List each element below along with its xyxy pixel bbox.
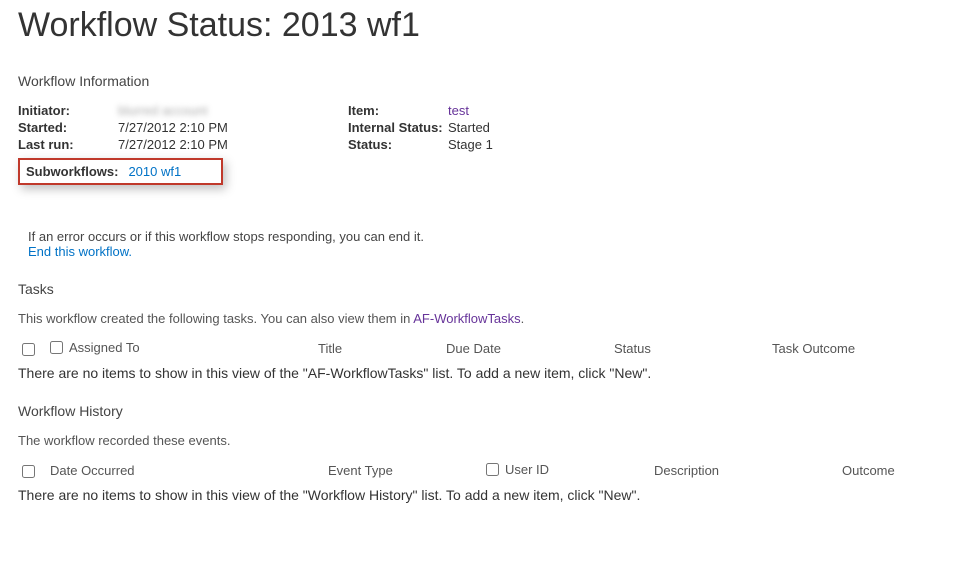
tasks-col-outcome: Task Outcome — [772, 336, 943, 361]
history-col-date: Date Occurred — [50, 458, 328, 483]
tasks-col-status: Status — [614, 336, 772, 361]
history-userid-checkbox[interactable] — [486, 463, 499, 476]
workflow-info-left: Initiator: blurred account Started: 7/27… — [18, 103, 298, 152]
lastrun-value: 7/27/2012 2:10 PM — [118, 137, 298, 152]
tasks-list-link[interactable]: AF-WorkflowTasks — [413, 311, 520, 326]
workflow-info: Initiator: blurred account Started: 7/27… — [18, 103, 943, 152]
item-link[interactable]: test — [448, 103, 469, 118]
history-col-event-type: Event Type — [328, 458, 486, 483]
subworkflows-link[interactable]: 2010 wf1 — [128, 164, 181, 179]
history-heading: Workflow History — [18, 403, 943, 419]
workflow-info-right: Item: test Internal Status: Started Stat… — [348, 103, 628, 152]
workflow-info-heading: Workflow Information — [18, 73, 943, 89]
tasks-select-all-checkbox[interactable] — [22, 343, 35, 356]
end-workflow-link[interactable]: End this workflow. — [28, 244, 132, 259]
status-label: Status: — [348, 137, 448, 152]
item-label: Item: — [348, 103, 448, 118]
history-select-all-checkbox[interactable] — [22, 465, 35, 478]
tasks-subtitle: This workflow created the following task… — [18, 311, 943, 326]
started-label: Started: — [18, 120, 118, 135]
history-empty-message: There are no items to show in this view … — [18, 487, 943, 503]
started-value: 7/27/2012 2:10 PM — [118, 120, 298, 135]
tasks-col-due: Due Date — [446, 336, 614, 361]
internal-status-value: Started — [448, 120, 628, 135]
initiator-label: Initiator: — [18, 103, 118, 118]
internal-status-label: Internal Status: — [348, 120, 448, 135]
tasks-table: Assigned To Title Due Date Status Task O… — [18, 336, 943, 361]
tasks-col-assigned: Assigned To — [69, 340, 140, 355]
page-title: Workflow Status: 2013 wf1 — [18, 6, 943, 45]
tasks-subtitle-suffix: . — [521, 311, 525, 326]
history-table: Date Occurred Event Type User ID Descrip… — [18, 458, 943, 483]
history-col-outcome: Outcome — [842, 458, 943, 483]
initiator-value: blurred account — [118, 103, 298, 118]
history-col-user-id: User ID — [505, 462, 549, 477]
error-note: If an error occurs or if this workflow s… — [28, 229, 943, 244]
tasks-assigned-checkbox[interactable] — [50, 341, 63, 354]
tasks-empty-message: There are no items to show in this view … — [18, 365, 943, 381]
subworkflows-label: Subworkflows: — [26, 164, 118, 179]
history-col-description: Description — [654, 458, 842, 483]
history-subtitle: The workflow recorded these events. — [18, 433, 943, 448]
tasks-heading: Tasks — [18, 281, 943, 297]
status-value: Stage 1 — [448, 137, 628, 152]
lastrun-label: Last run: — [18, 137, 118, 152]
tasks-subtitle-prefix: This workflow created the following task… — [18, 311, 413, 326]
tasks-col-title: Title — [318, 336, 446, 361]
subworkflows-highlight: Subworkflows: 2010 wf1 — [18, 158, 223, 185]
